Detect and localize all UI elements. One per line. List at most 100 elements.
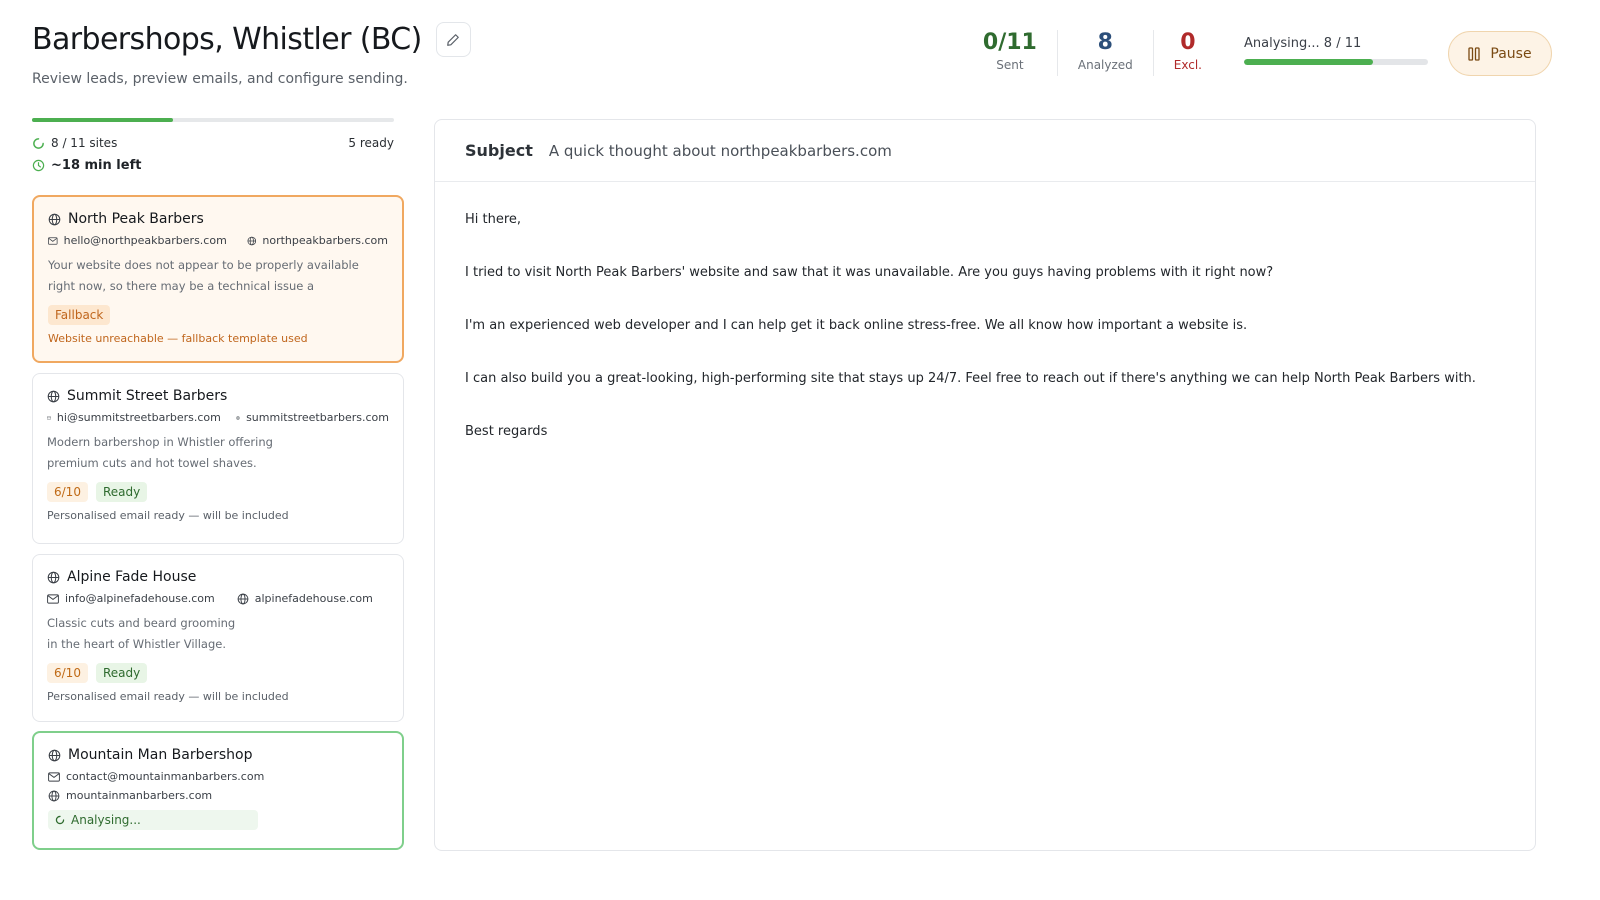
title-row: Barbershops, Whistler (BC) [32,22,471,57]
mail-icon [48,236,58,245]
lead-website[interactable]: summitstreetbarbers.com [246,411,389,424]
globe-icon [47,571,60,583]
lead-name: North Peak Barbers [68,211,204,227]
ready-badge: Ready [95,663,148,683]
lead-description-line: in the heart of Whistler Village. [47,637,226,651]
excluded-count: 0 [1180,30,1196,55]
pause-label: Pause [1490,45,1532,62]
email-paragraph: I'm an experienced web developer and I c… [465,318,1248,333]
lead-title: Summit Street Barbers [47,388,389,404]
analyzed-count: 8 [1097,30,1113,55]
sent-count: 0/11 [982,30,1037,55]
lead-description-line: Modern barbershop in Whistler offering [47,435,273,449]
sites-progress: 8 / 11 sites [32,136,117,150]
spinner-icon [33,137,44,149]
analysing-progress-fill [1244,59,1373,65]
email-paragraph: I can also build you a great-looking, hi… [465,371,1476,386]
ready-count: 5 ready [348,136,394,150]
globe-icon [47,390,60,402]
analyzed-stat: 8 Analyzed [1058,30,1154,76]
pause-button[interactable]: Pause [1448,31,1552,76]
mail-icon [48,771,60,782]
lead-description: Your website does not appear to be prope… [48,255,388,297]
lead-badges: Fallback [48,305,388,325]
globe-icon [48,213,61,225]
pause-icon [1468,46,1481,61]
lead-note: Website unreachable — fallback template … [48,332,308,345]
page-subtitle: Review leads, preview emails, and config… [32,71,408,87]
lead-note: Personalised email ready — will be inclu… [47,690,289,703]
stats-bar: 0/11 Sent 8 Analyzed 0 Excl. Analysing..… [963,30,1552,76]
lead-card[interactable]: Alpine Fade House info@alpinefadehouse.c… [32,554,404,722]
lead-description-line: right now, so there may be a technical i… [48,279,315,293]
globe-icon [48,790,60,801]
lead-description-line: Your website does not appear to be prope… [48,258,359,272]
page-title: Barbershops, Whistler (BC) [32,22,422,57]
analysing-progress-bar [1244,59,1428,65]
subject-label: Subject [465,141,533,160]
lead-name: Summit Street Barbers [67,388,228,404]
lead-card[interactable]: Summit Street Barbers hi@summitstreetbar… [32,373,404,544]
mail-icon [47,416,51,419]
lead-name: Mountain Man Barbershop [68,747,253,763]
lead-name: Alpine Fade House [67,569,197,585]
email-greeting: Hi there, [465,212,522,227]
lead-title: Alpine Fade House [47,569,389,585]
lead-contact: hi@summitstreetbarbers.com summitstreetb… [47,411,389,424]
lead-card[interactable]: North Peak Barbers hello@northpeakbarber… [32,195,404,363]
globe-icon [237,593,249,604]
mail-icon [47,593,59,604]
subject-text[interactable]: A quick thought about northpeakbarbers.c… [549,142,892,160]
lead-description: Modern barbershop in Whistler offering p… [47,432,389,474]
lead-title: North Peak Barbers [48,211,388,227]
subject-row: Subject A quick thought about northpeakb… [435,120,1535,182]
lead-email[interactable]: hello@northpeakbarbers.com [64,234,227,247]
lead-email[interactable]: contact@mountainmanbarbers.com [66,770,264,783]
score-badge: 6/10 [47,482,88,502]
sites-row: 8 / 11 sites 5 ready [32,136,394,150]
lead-progress: 8 / 11 sites 5 ready ~18 min left [32,118,404,173]
sites-count: 8 / 11 sites [51,136,118,150]
lead-website[interactable]: alpinefadehouse.com [255,592,373,605]
email-paragraph: I tried to visit North Peak Barbers' web… [465,265,1274,280]
lead-website-row: mountainmanbarbers.com [48,789,388,802]
email-signoff: Best regards [465,424,548,439]
analyzed-label: Analyzed [1077,58,1133,72]
lead-badges: Analysing... [48,810,388,830]
time-left: ~18 min left [32,158,404,173]
analysing-text: Analysing... 8 / 11 [1244,36,1362,51]
lead-badges: 6/10 Ready [47,663,389,683]
lead-note: Personalised email ready — will be inclu… [47,509,289,522]
globe-icon [247,236,256,245]
lead-contact: contact@mountainmanbarbers.com [48,770,388,783]
analysing-badge-label: Analysing... [71,813,141,827]
edit-title-button[interactable] [435,22,471,57]
sent-stat: 0/11 Sent [963,30,1058,76]
overall-progress-bar [32,118,394,122]
score-badge: 6/10 [47,663,88,683]
lead-email[interactable]: info@alpinefadehouse.com [65,592,215,605]
page-header: Barbershops, Whistler (BC) Review leads,… [32,22,471,87]
fallback-badge: Fallback [48,305,111,325]
sent-label: Sent [996,58,1024,72]
lead-email[interactable]: hi@summitstreetbarbers.com [57,411,221,424]
analysing-badge: Analysing... [48,810,258,830]
globe-icon [236,415,240,420]
excluded-stat: 0 Excl. [1154,30,1222,76]
lead-description-line: premium cuts and hot towel shaves. [47,456,257,470]
lead-website[interactable]: mountainmanbarbers.com [66,789,212,802]
email-preview: Subject A quick thought about northpeakb… [434,119,1536,851]
spinner-icon [55,815,65,825]
pencil-icon [447,33,460,46]
overall-progress-fill [32,118,174,122]
lead-card[interactable]: Mountain Man Barbershop contact@mountain… [32,731,404,850]
lead-contact: hello@northpeakbarbers.com northpeakbarb… [48,234,388,247]
email-body[interactable]: Hi there, I tried to visit North Peak Ba… [435,182,1535,503]
time-left-text: ~18 min left [51,158,142,173]
lead-website[interactable]: northpeakbarbers.com [262,234,388,247]
lead-description: Classic cuts and beard grooming in the h… [47,613,389,655]
lead-title: Mountain Man Barbershop [48,747,388,763]
clock-icon [32,159,45,172]
lead-badges: 6/10 Ready [47,482,389,502]
ready-badge: Ready [95,482,148,502]
